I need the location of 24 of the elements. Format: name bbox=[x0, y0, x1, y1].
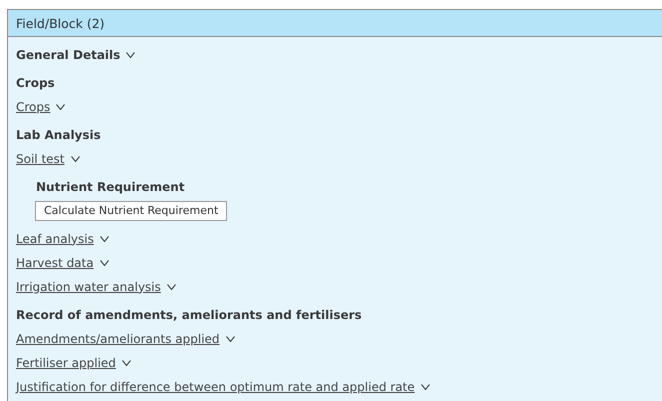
section-heading: Lab Analysis bbox=[16, 128, 101, 142]
subsection-heading: Nutrient Requirement bbox=[36, 180, 185, 194]
section-link[interactable]: Crops bbox=[16, 100, 50, 114]
calculate-button[interactable]: Calculate Nutrient Requirement bbox=[35, 200, 228, 220]
chevron-down-icon[interactable] bbox=[420, 384, 430, 390]
chevron-down-icon[interactable] bbox=[126, 52, 136, 58]
section-heading: Record of amendments, ameliorants and fertilisers bbox=[16, 308, 362, 322]
chevron-down-icon[interactable] bbox=[122, 360, 131, 366]
section-link[interactable]: Fertiliser applied bbox=[16, 356, 116, 370]
section-link[interactable]: Soil test bbox=[16, 152, 64, 166]
section-link[interactable]: Justification for difference between optimum rate and applied rate bbox=[16, 380, 415, 394]
chevron-down-icon[interactable] bbox=[100, 260, 109, 266]
chevron-down-icon[interactable] bbox=[70, 156, 80, 162]
section-link[interactable]: Amendments/ameliorants applied bbox=[16, 332, 220, 346]
section-link[interactable]: Irrigation water analysis bbox=[16, 280, 161, 294]
section-link[interactable]: Harvest data bbox=[16, 256, 94, 270]
chevron-down-icon[interactable] bbox=[56, 104, 66, 110]
section-link[interactable]: Leaf analysis bbox=[16, 232, 94, 246]
chevron-down-icon[interactable] bbox=[226, 336, 235, 342]
section-heading: Crops bbox=[16, 76, 55, 90]
panel-title: Field/Block (2) bbox=[16, 16, 105, 30]
section-heading[interactable]: General Details bbox=[16, 48, 120, 62]
chevron-down-icon[interactable] bbox=[166, 284, 176, 290]
chevron-down-icon[interactable] bbox=[100, 236, 109, 242]
